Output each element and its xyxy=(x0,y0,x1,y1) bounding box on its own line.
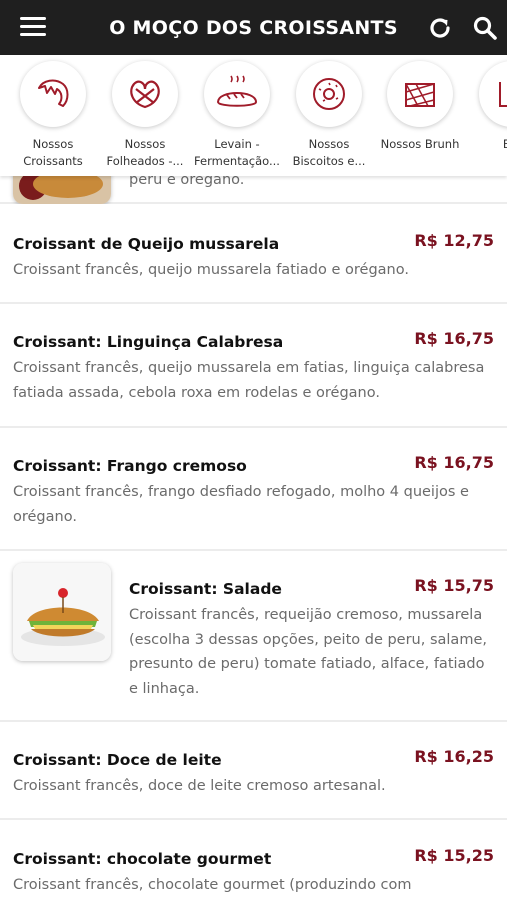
item-description: Croissant francês, queijo mussarela em f… xyxy=(13,360,485,401)
item-description: Croissant francês, chocolate gourmet (pr… xyxy=(13,877,412,893)
cup-icon xyxy=(499,82,507,107)
category-bebidas[interactable]: Bel xyxy=(466,55,507,153)
list-item[interactable]: Croissant: Frango cremoso R$ 16,75 Crois… xyxy=(0,428,507,551)
item-name: Croissant: Frango cremoso xyxy=(13,457,247,475)
product-list[interactable]: peru e orégano. Croissant de Queijo muss… xyxy=(0,176,507,900)
category-label: Nossos Folheados -... xyxy=(106,137,184,168)
pretzel-icon xyxy=(130,80,160,109)
category-label: Nossos Biscoitos e... xyxy=(292,137,366,168)
bread-loaf-icon xyxy=(216,75,258,107)
item-description: Croissant francês, queijo mussarela fati… xyxy=(13,262,409,278)
item-name: Croissant de Queijo mussarela xyxy=(13,235,280,253)
item-name: Croissant: chocolate gourmet xyxy=(13,850,272,868)
item-price: R$ 15,75 xyxy=(414,576,494,595)
list-item[interactable]: Croissant: Linguinça Calabresa R$ 16,75 … xyxy=(0,304,507,428)
item-name: Croissant: Linguinça Calabresa xyxy=(13,333,284,351)
list-item[interactable]: Croissant: Salade R$ 15,75 Croissant fra… xyxy=(0,551,507,722)
item-description: Croissant francês, doce de leite cremoso… xyxy=(13,778,386,794)
croissant-icon xyxy=(38,79,69,107)
refresh-icon[interactable] xyxy=(427,15,453,41)
item-price: R$ 16,25 xyxy=(414,747,494,766)
category-brunch[interactable]: Nossos Brunh xyxy=(374,55,466,153)
category-label: Nossos Brunh xyxy=(380,137,460,151)
category-levain[interactable]: Levain - Fermentação... xyxy=(191,55,283,170)
item-name: Croissant: Doce de leite xyxy=(13,751,222,769)
product-thumbnail xyxy=(13,176,111,204)
list-item[interactable]: Croissant de Queijo mussarela R$ 12,75 C… xyxy=(0,204,507,304)
search-icon[interactable] xyxy=(472,15,498,41)
list-item[interactable]: Croissant: Doce de leite R$ 16,25 Croiss… xyxy=(0,722,507,820)
item-price: R$ 16,75 xyxy=(414,453,494,472)
app-header: O MOÇO DOS CROISSANTS xyxy=(0,0,507,55)
product-thumbnail xyxy=(13,563,111,661)
item-name: Croissant: Salade xyxy=(129,580,282,598)
category-label: Bel xyxy=(502,137,507,151)
item-description: Croissant francês, requeijão cremoso, mu… xyxy=(129,607,487,697)
list-item[interactable]: peru e orégano. xyxy=(0,176,507,204)
category-carousel[interactable]: Nossos Croissants Nossos Folheados -... … xyxy=(0,55,507,176)
category-biscoitos[interactable]: Nossos Biscoitos e... xyxy=(283,55,375,170)
category-folheados[interactable]: Nossos Folheados -... xyxy=(99,55,191,170)
category-croissants[interactable]: Nossos Croissants xyxy=(7,55,99,170)
item-description: Croissant francês, frango desfiado refog… xyxy=(13,484,469,525)
item-price: R$ 16,75 xyxy=(414,329,494,348)
category-label: Nossos Croissants xyxy=(23,137,83,168)
item-price: R$ 15,25 xyxy=(414,846,494,865)
item-description: peru e orégano. xyxy=(129,176,245,188)
item-price: R$ 12,75 xyxy=(414,231,494,250)
donut-icon xyxy=(313,78,345,110)
sandwich-icon xyxy=(405,83,435,107)
list-item[interactable]: Croissant: chocolate gourmet R$ 15,25 Cr… xyxy=(0,820,507,900)
category-label: Levain - Fermentação... xyxy=(194,137,280,168)
